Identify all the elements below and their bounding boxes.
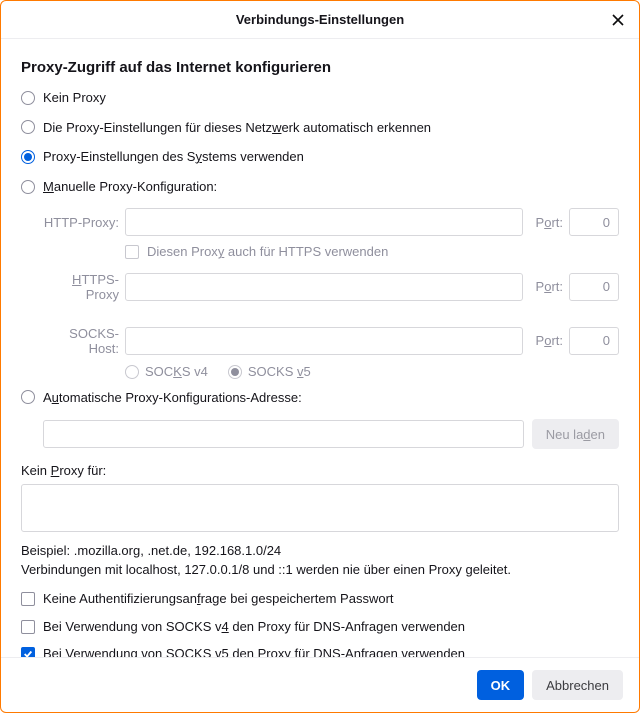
radio-label: Automatische Proxy-Konfigurations-Adress… bbox=[43, 390, 302, 406]
radio-label: Manuelle Proxy-Konfiguration: bbox=[43, 179, 217, 195]
radio-icon bbox=[21, 390, 35, 404]
https-proxy-label: HTTPS-Proxy bbox=[43, 272, 119, 302]
no-proxy-label: Kein Proxy für: bbox=[21, 463, 619, 478]
radio-icon bbox=[21, 180, 35, 194]
titlebar: Verbindungs-Einstellungen bbox=[1, 1, 639, 39]
socks-port-label: Port: bbox=[529, 315, 563, 348]
radio-label: Kein Proxy bbox=[43, 90, 106, 106]
no-proxy-textarea[interactable] bbox=[21, 484, 619, 532]
radio-label: Die Proxy-Einstellungen für dieses Netzw… bbox=[43, 120, 431, 136]
socks-version-row: SOCKS v4 SOCKS v5 bbox=[125, 364, 619, 380]
radio-label: SOCKS v5 bbox=[248, 364, 311, 380]
check-no-auth-prompt[interactable]: Keine Authentifizierungsanfrage bei gesp… bbox=[21, 591, 619, 607]
ok-button[interactable]: OK bbox=[477, 670, 525, 700]
check-socks5-dns[interactable]: Bei Verwendung von SOCKS v5 den Proxy fü… bbox=[21, 646, 619, 657]
no-proxy-example: Beispiel: .mozilla.org, .net.de, 192.168… bbox=[21, 543, 619, 558]
radio-manual-proxy[interactable]: Manuelle Proxy-Konfiguration: bbox=[21, 179, 619, 195]
auto-url-input[interactable] bbox=[43, 420, 524, 448]
radio-icon bbox=[21, 91, 35, 105]
checkbox-icon bbox=[125, 245, 139, 259]
socks-host-label: SOCKS-Host: bbox=[43, 308, 119, 356]
socks-host-input[interactable] bbox=[125, 327, 523, 355]
reload-button[interactable]: Neu laden bbox=[532, 419, 619, 449]
auto-url-row: Neu laden bbox=[43, 419, 619, 449]
socks-port-input[interactable] bbox=[569, 327, 619, 355]
checkbox-icon bbox=[21, 620, 35, 634]
dialog-footer: OK Abbrechen bbox=[1, 657, 639, 712]
radio-label: SOCKS v4 bbox=[145, 364, 208, 380]
https-port-input[interactable] bbox=[569, 273, 619, 301]
radio-socks-v5[interactable]: SOCKS v5 bbox=[228, 364, 311, 380]
http-port-input[interactable] bbox=[569, 208, 619, 236]
check-label: Keine Authentifizierungsanfrage bei gesp… bbox=[43, 591, 394, 607]
share-proxy-row[interactable]: Diesen Proxy auch für HTTPS verwenden bbox=[125, 244, 619, 260]
radio-socks-v4[interactable]: SOCKS v4 bbox=[125, 364, 208, 380]
https-port-label: Port: bbox=[529, 279, 563, 294]
radio-icon bbox=[21, 120, 35, 134]
dialog-title: Verbindungs-Einstellungen bbox=[236, 12, 404, 27]
close-button[interactable] bbox=[605, 7, 631, 33]
connection-settings-dialog: Verbindungs-Einstellungen Proxy-Zugriff … bbox=[0, 0, 640, 713]
cancel-button[interactable]: Abbrechen bbox=[532, 670, 623, 700]
dialog-body: Proxy-Zugriff auf das Internet konfiguri… bbox=[1, 39, 639, 657]
close-icon bbox=[611, 13, 625, 27]
radio-auto-url[interactable]: Automatische Proxy-Konfigurations-Adress… bbox=[21, 390, 619, 406]
check-label: Bei Verwendung von SOCKS v4 den Proxy fü… bbox=[43, 619, 465, 635]
radio-auto-detect[interactable]: Die Proxy-Einstellungen für dieses Netzw… bbox=[21, 120, 619, 136]
radio-label: Proxy-Einstellungen des Systems verwende… bbox=[43, 149, 304, 165]
radio-icon bbox=[228, 365, 242, 379]
http-port-label: Port: bbox=[529, 215, 563, 230]
http-proxy-input[interactable] bbox=[125, 208, 523, 236]
radio-system-proxy[interactable]: Proxy-Einstellungen des Systems verwende… bbox=[21, 149, 619, 165]
radio-icon bbox=[21, 150, 35, 164]
no-proxy-note: Verbindungen mit localhost, 127.0.0.1/8 … bbox=[21, 562, 619, 577]
section-heading: Proxy-Zugriff auf das Internet konfiguri… bbox=[21, 59, 619, 76]
https-proxy-input[interactable] bbox=[125, 273, 523, 301]
http-proxy-label: HTTP-Proxy: bbox=[43, 215, 119, 230]
radio-icon bbox=[125, 365, 139, 379]
share-proxy-label: Diesen Proxy auch für HTTPS verwenden bbox=[147, 244, 388, 260]
check-label: Bei Verwendung von SOCKS v5 den Proxy fü… bbox=[43, 646, 465, 657]
radio-no-proxy[interactable]: Kein Proxy bbox=[21, 90, 619, 106]
checkbox-icon bbox=[21, 592, 35, 606]
checkbox-icon bbox=[21, 647, 35, 657]
manual-proxy-grid: HTTP-Proxy: Port: Diesen Proxy auch für … bbox=[43, 208, 619, 379]
check-socks4-dns[interactable]: Bei Verwendung von SOCKS v4 den Proxy fü… bbox=[21, 619, 619, 635]
